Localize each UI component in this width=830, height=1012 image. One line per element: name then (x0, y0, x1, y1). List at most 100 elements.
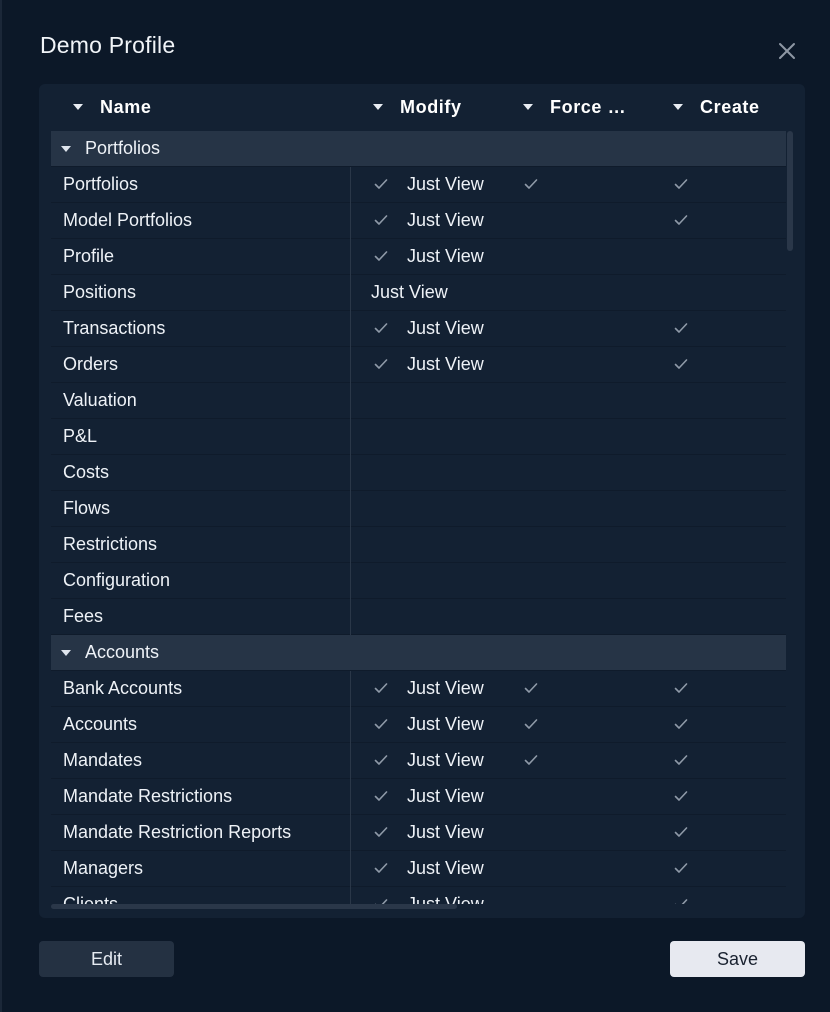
column-divider (350, 527, 351, 563)
check-icon (374, 682, 388, 694)
check-icon (374, 754, 388, 766)
permissions-grid: Name Modify Force … Create Portfolios Por… (39, 84, 805, 918)
table-row[interactable]: Managers Just View (51, 851, 786, 887)
check-icon (374, 178, 388, 190)
column-divider (350, 707, 351, 743)
row-name: Managers (63, 858, 144, 878)
table-row[interactable]: Model Portfolios Just View (51, 203, 786, 239)
modify-value: Just View (407, 858, 484, 878)
table-row[interactable]: Mandate Restriction Reports Just View (51, 815, 786, 851)
row-name: Mandate Restriction Reports (63, 822, 292, 842)
row-name: Accounts (63, 714, 138, 734)
demo-profile-dialog: Demo Profile Name Modify Force … Create (0, 0, 830, 1012)
column-divider (350, 167, 351, 203)
horizontal-scrollbar[interactable] (51, 904, 457, 909)
column-divider (350, 599, 351, 635)
row-name: Valuation (63, 390, 137, 410)
table-row[interactable]: Positions Just View (51, 275, 786, 311)
row-name: Orders (63, 354, 119, 374)
sort-caret-icon (373, 104, 383, 110)
sort-caret-icon (523, 104, 533, 110)
check-icon (524, 754, 538, 766)
check-icon (674, 754, 688, 766)
check-icon (674, 358, 688, 370)
sort-caret-icon (673, 104, 683, 110)
column-header-modify-label: Modify (400, 96, 462, 117)
column-divider (350, 239, 351, 275)
table-row[interactable]: Flows (51, 491, 786, 527)
column-divider (350, 743, 351, 779)
table-row[interactable]: Transactions Just View (51, 311, 786, 347)
grid-header: Name Modify Force … Create (39, 84, 805, 130)
chevron-down-icon[interactable] (61, 146, 71, 152)
check-icon (524, 718, 538, 730)
column-divider (350, 347, 351, 383)
column-divider (350, 815, 351, 851)
check-icon (674, 214, 688, 226)
row-name: Clients (63, 894, 119, 904)
row-name: Costs (63, 462, 110, 482)
table-row[interactable]: Profile Just View (51, 239, 786, 275)
close-icon (779, 43, 795, 59)
modify-value: Just View (407, 786, 484, 806)
check-icon (374, 826, 388, 838)
modify-value: Just View (371, 282, 448, 302)
row-name: Mandates (63, 750, 143, 770)
check-icon (374, 250, 388, 262)
modify-value: Just View (407, 678, 484, 698)
row-name: Flows (63, 498, 111, 518)
check-icon (674, 826, 688, 838)
row-name: Profile (63, 246, 115, 266)
modify-value: Just View (407, 750, 484, 770)
table-row[interactable]: Bank Accounts Just View (51, 671, 786, 707)
check-icon (374, 214, 388, 226)
table-row[interactable]: Valuation (51, 383, 786, 419)
table-row[interactable]: P&L (51, 419, 786, 455)
column-divider (350, 203, 351, 239)
vertical-scrollbar[interactable] (787, 131, 793, 251)
table-row[interactable]: Orders Just View (51, 347, 786, 383)
close-button[interactable] (776, 40, 798, 62)
save-button[interactable]: Save (670, 941, 805, 977)
modify-value: Just View (407, 894, 484, 904)
group-row-accounts[interactable]: Accounts (51, 635, 786, 671)
table-row[interactable]: Fees (51, 599, 786, 635)
edit-button[interactable]: Edit (39, 941, 174, 977)
table-row[interactable]: Portfolios Just View (51, 167, 786, 203)
window-edge (0, 0, 2, 1012)
check-icon (674, 790, 688, 802)
column-header-create-label: Create (700, 96, 760, 117)
column-header-modify[interactable]: Modify (373, 84, 462, 130)
row-name: Model Portfolios (63, 210, 193, 230)
row-name: Mandate Restrictions (63, 786, 233, 806)
table-row[interactable]: Configuration (51, 563, 786, 599)
grid-body[interactable]: Portfolios Portfolios Just View Model Portf… (51, 131, 786, 904)
table-row[interactable]: Restrictions (51, 527, 786, 563)
column-divider (350, 311, 351, 347)
check-icon (524, 178, 538, 190)
modify-value: Just View (407, 174, 484, 194)
column-divider (350, 779, 351, 815)
modify-value: Just View (407, 354, 484, 374)
table-row[interactable]: Accounts Just View (51, 707, 786, 743)
column-divider (350, 671, 351, 707)
group-label: Portfolios (85, 138, 161, 158)
column-header-name[interactable]: Name (73, 84, 151, 130)
check-icon (674, 862, 688, 874)
row-name: P&L (63, 426, 98, 446)
check-icon (374, 358, 388, 370)
table-row[interactable]: Clients Just View (51, 887, 786, 904)
check-icon (374, 862, 388, 874)
table-row[interactable]: Costs (51, 455, 786, 491)
column-header-force[interactable]: Force … (523, 84, 626, 130)
group-row-portfolios[interactable]: Portfolios (51, 131, 786, 167)
table-row[interactable]: Mandates Just View (51, 743, 786, 779)
chevron-down-icon[interactable] (61, 650, 71, 656)
table-row[interactable]: Mandate Restrictions Just View (51, 779, 786, 815)
sort-caret-icon (73, 104, 83, 110)
check-icon (524, 682, 538, 694)
column-divider (350, 851, 351, 887)
modify-value: Just View (407, 210, 484, 230)
column-header-create[interactable]: Create (673, 84, 760, 130)
modify-value: Just View (407, 714, 484, 734)
